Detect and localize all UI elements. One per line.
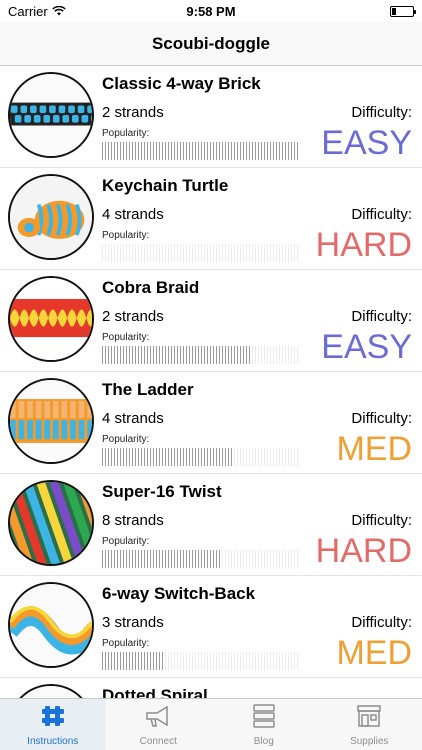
tab-bar: Instructions Connect Blog Supplies — [0, 698, 422, 750]
tab-label: Blog — [253, 736, 274, 747]
storefront-icon — [354, 701, 384, 736]
strand-count: 8 strands — [102, 512, 164, 529]
difficulty-label: Difficulty: — [351, 512, 412, 529]
tab-instructions[interactable]: Instructions — [0, 699, 106, 750]
popularity-fill — [102, 550, 221, 568]
popularity-label: Popularity: — [102, 332, 150, 343]
tab-label: Connect — [139, 736, 177, 747]
difficulty-value: EASY — [321, 328, 412, 366]
tab-label: Instructions — [27, 736, 79, 747]
pattern-name: Keychain Turtle — [102, 176, 229, 195]
stacked-boxes-icon — [249, 701, 279, 736]
difficulty-value: MED — [336, 634, 412, 672]
pattern-name: Dotted Spiral — [102, 686, 208, 698]
pattern-row[interactable]: Super-16 Twist 8 strands Popularity: Diffic… — [0, 474, 422, 576]
strand-count: 4 strands — [102, 410, 164, 427]
pattern-list[interactable]: Classic 4-way Brick 2 strands Popularity: D… — [0, 66, 422, 698]
popularity-fill — [102, 652, 166, 670]
difficulty-value: EASY — [321, 124, 412, 162]
popularity-fill — [102, 142, 299, 160]
tab-connect[interactable]: Connect — [106, 699, 212, 750]
difficulty-label: Difficulty: — [351, 614, 412, 631]
difficulty-label: Difficulty: — [351, 104, 412, 121]
pattern-row[interactable]: Classic 4-way Brick 2 strands Popularity: D… — [0, 66, 422, 168]
page-title: Scoubi-doggle — [151, 33, 271, 53]
knot-icon — [38, 701, 68, 736]
strand-count: 3 strands — [102, 614, 164, 631]
popularity-bar — [102, 448, 299, 466]
pattern-row[interactable]: Cobra Braid 2 strands Popularity: Difficult… — [0, 270, 422, 372]
navigation-bar: Scoubi-doggle — [0, 22, 422, 66]
difficulty-value: HARD — [315, 226, 412, 264]
popularity-bar — [102, 652, 299, 670]
status-left: Carrier — [8, 4, 66, 19]
popularity-label: Popularity: — [102, 638, 150, 649]
cobra-braid-photo — [8, 276, 94, 362]
pattern-name: Cobra Braid — [102, 278, 200, 297]
pattern-name: Classic 4-way Brick — [102, 74, 261, 93]
difficulty-value: MED — [336, 430, 412, 468]
popularity-bar — [102, 244, 299, 262]
dotted-spiral-photo — [8, 684, 94, 698]
super16-twist-photo — [8, 480, 94, 566]
pattern-row[interactable]: The Ladder 4 strands Popularity: Difficulty… — [0, 372, 422, 474]
strand-count: 2 strands — [102, 308, 164, 325]
brick-braid-photo — [8, 72, 94, 158]
popularity-label: Popularity: — [102, 434, 150, 445]
tab-supplies[interactable]: Supplies — [317, 699, 422, 750]
difficulty-label: Difficulty: — [351, 206, 412, 223]
pattern-name: The Ladder — [102, 380, 194, 399]
switchback-braid-photo — [8, 582, 94, 668]
popularity-label: Popularity: — [102, 230, 150, 241]
popularity-label: Popularity: — [102, 128, 150, 139]
tab-label: Supplies — [350, 736, 389, 747]
popularity-bar — [102, 550, 299, 568]
ladder-braid-photo — [8, 378, 94, 464]
popularity-label: Popularity: — [102, 536, 150, 547]
carrier-label: Carrier — [8, 3, 48, 19]
battery-icon — [390, 5, 416, 17]
difficulty-label: Difficulty: — [351, 308, 412, 325]
turtle-keychain-photo — [8, 174, 94, 260]
tab-blog[interactable]: Blog — [211, 699, 317, 750]
pattern-name: Super-16 Twist — [102, 482, 222, 501]
pattern-name: 6-way Switch-Back — [102, 584, 256, 603]
megaphone-icon — [143, 701, 173, 736]
popularity-fill — [102, 346, 252, 364]
strand-count: 4 strands — [102, 206, 164, 223]
popularity-fill — [102, 448, 233, 466]
pattern-row[interactable]: 6-way Switch-Back 3 strands Popularity: Dif… — [0, 576, 422, 678]
wifi-icon — [52, 4, 66, 19]
popularity-bar — [102, 142, 299, 160]
pattern-row[interactable]: Dotted Spiral — [0, 678, 422, 698]
status-bar: Carrier 9:58 PM — [0, 0, 422, 22]
difficulty-label: Difficulty: — [351, 410, 412, 427]
difficulty-value: HARD — [315, 532, 412, 570]
strand-count: 2 strands — [102, 104, 164, 121]
pattern-row[interactable]: Keychain Turtle 4 strands Popularity: Diffi… — [0, 168, 422, 270]
popularity-bar — [102, 346, 299, 364]
